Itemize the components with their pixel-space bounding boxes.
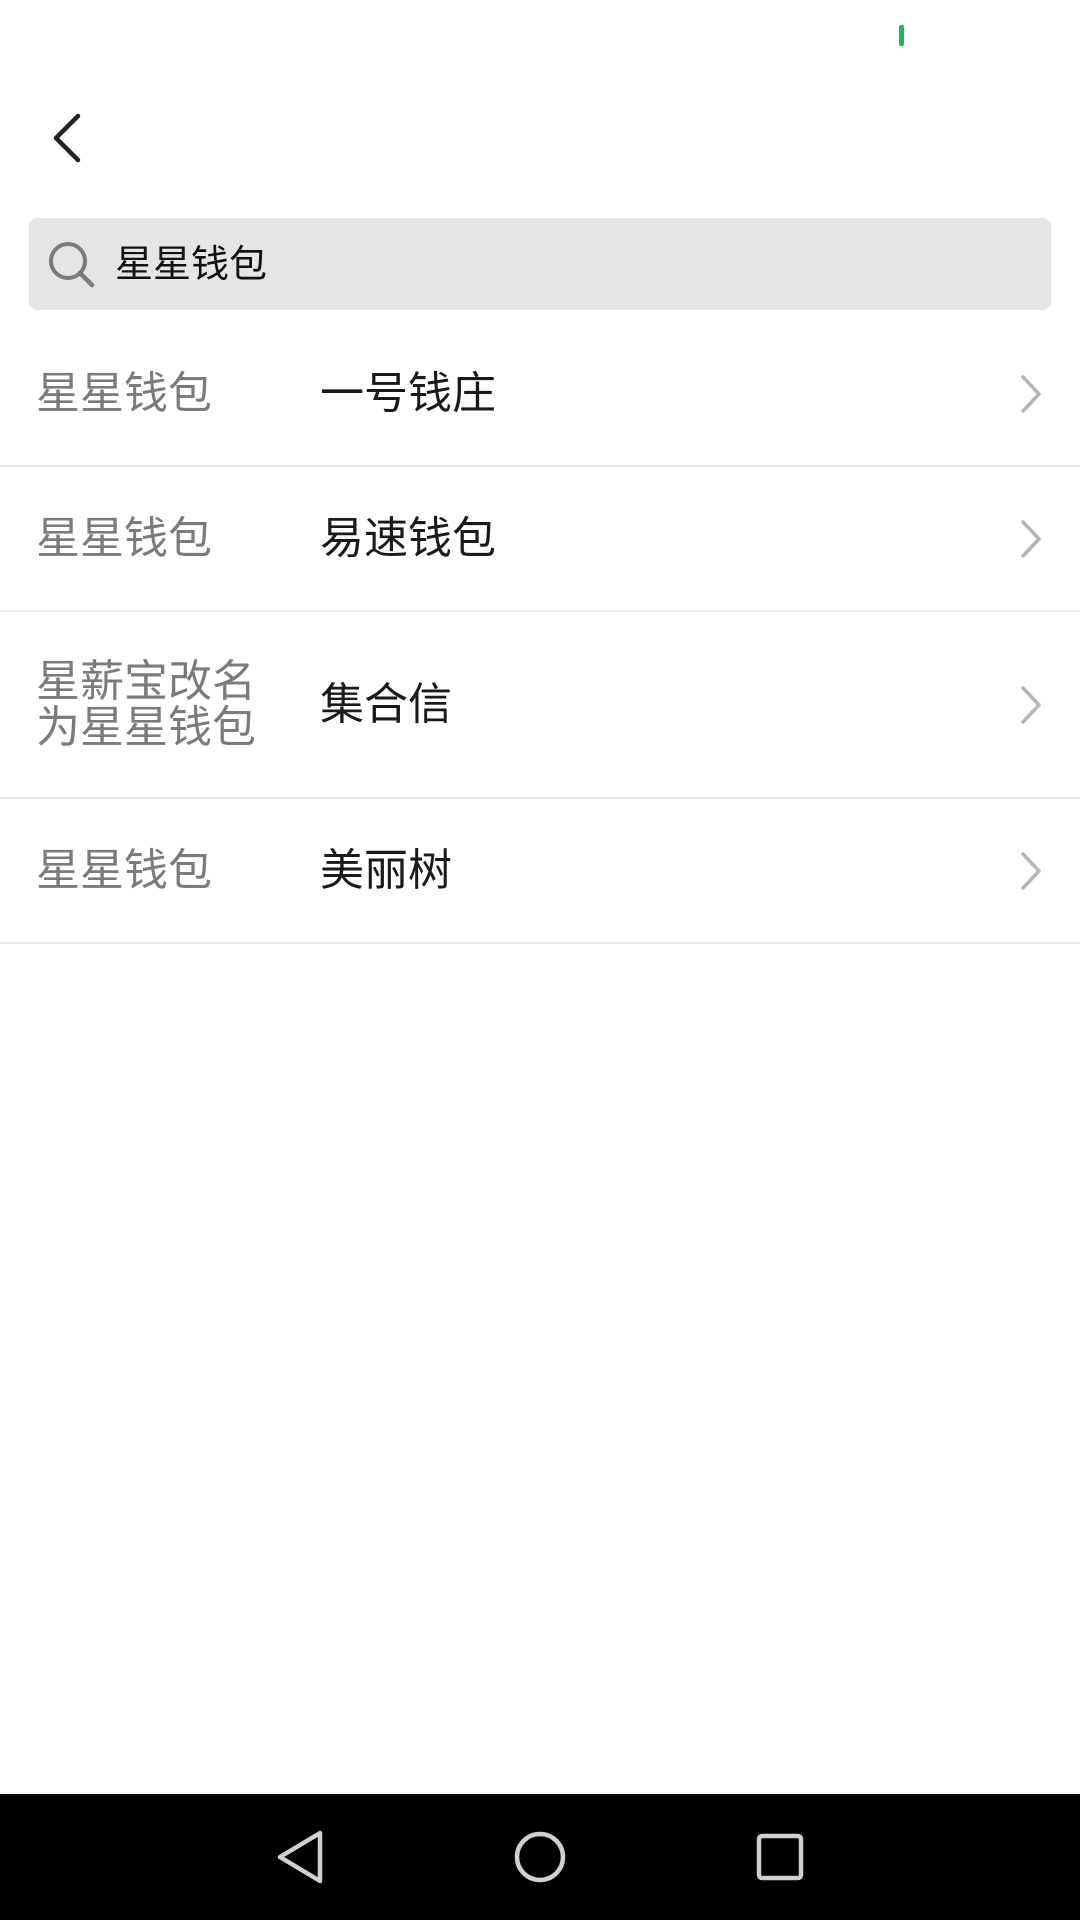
status-bar (0, 0, 1080, 70)
search-input[interactable] (115, 218, 1015, 310)
new-name-label: 集合信 (320, 678, 452, 730)
new-name-label: 美丽树 (320, 844, 452, 896)
new-name-label: 一号钱庄 (320, 367, 496, 419)
list-item[interactable]: 星薪宝改名为星星钱包 集合信 (0, 612, 1080, 799)
list-item[interactable]: 星星钱包 一号钱庄 (0, 322, 1080, 467)
nav-recents-button[interactable] (738, 1815, 822, 1899)
chevron-right-icon (1021, 519, 1041, 558)
search-icon (47, 240, 97, 290)
triangle-back-icon (277, 1830, 323, 1884)
chevron-right-icon (1021, 685, 1041, 724)
search-bar[interactable] (29, 218, 1051, 310)
new-name-label: 易速钱包 (320, 512, 496, 564)
circle-home-icon (514, 1831, 566, 1883)
list-item[interactable]: 星星钱包 美丽树 (0, 799, 1080, 944)
status-indicator (899, 25, 904, 46)
nav-back-button[interactable] (258, 1815, 342, 1899)
screen: 星星钱包 一号钱庄 星星钱包 易速钱包 星薪宝改名为星星钱包 集合信 星星钱包 … (0, 0, 1080, 1920)
navigation-bar (0, 1794, 1080, 1920)
old-name-label: 星薪宝改名为星星钱包 (36, 655, 256, 753)
chevron-left-icon (53, 113, 81, 163)
list-item[interactable]: 星星钱包 易速钱包 (0, 467, 1080, 612)
old-name-label: 星星钱包 (36, 512, 212, 564)
results-list: 星星钱包 一号钱庄 星星钱包 易速钱包 星薪宝改名为星星钱包 集合信 星星钱包 … (0, 322, 1080, 944)
chevron-right-icon (1021, 851, 1041, 890)
old-name-label: 星星钱包 (36, 844, 212, 896)
nav-home-button[interactable] (498, 1815, 582, 1899)
chevron-right-icon (1021, 374, 1041, 413)
old-name-label: 星星钱包 (36, 367, 212, 419)
square-recents-icon (756, 1833, 804, 1881)
back-button[interactable] (30, 98, 106, 178)
